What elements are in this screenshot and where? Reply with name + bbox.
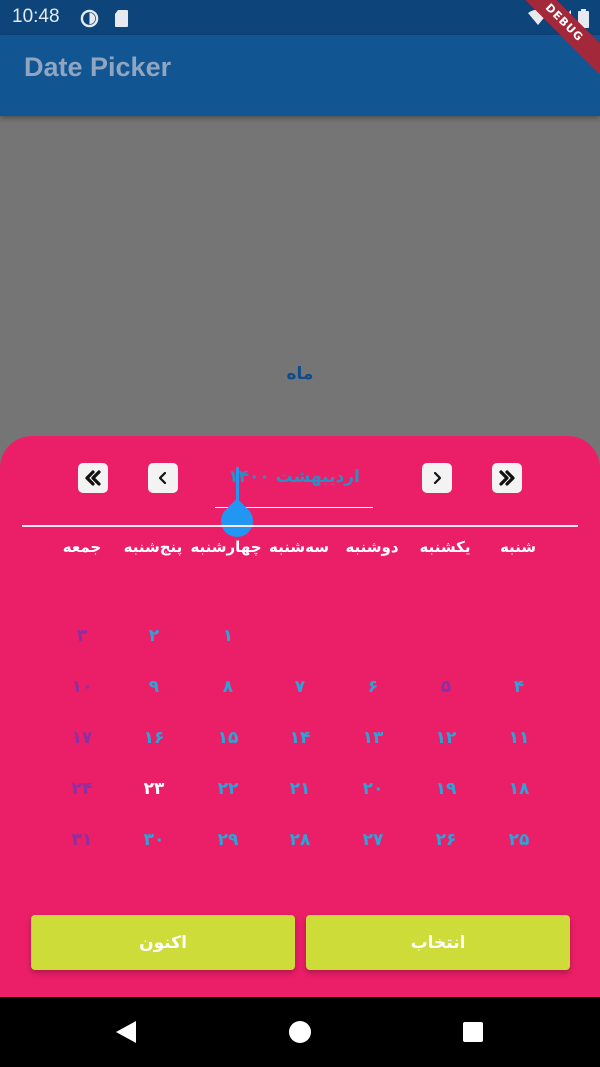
day-cell[interactable]: ۳ bbox=[57, 626, 107, 646]
day-cell[interactable]: ۱۳ bbox=[348, 728, 398, 748]
day-cell[interactable]: ۱۸ bbox=[494, 779, 544, 799]
weekday-wednesday: چهارشنبه bbox=[190, 538, 262, 556]
select-button[interactable]: انتخاب bbox=[306, 915, 570, 970]
data-saver-icon bbox=[80, 9, 99, 28]
home-icon[interactable] bbox=[288, 1020, 312, 1044]
day-cell[interactable]: ۲۸ bbox=[275, 830, 325, 850]
day-cell[interactable]: ۵ bbox=[421, 677, 471, 697]
header-divider bbox=[22, 525, 578, 527]
double-chevron-right-icon bbox=[499, 470, 515, 486]
day-cell[interactable]: ۲۵ bbox=[494, 830, 544, 850]
month-label: ماه bbox=[286, 364, 314, 384]
day-cell[interactable]: ۱۶ bbox=[129, 728, 179, 748]
weekday-monday: دوشنبه bbox=[345, 538, 399, 556]
weekday-sunday: یکشنبه bbox=[419, 538, 471, 556]
chevron-left-icon bbox=[158, 471, 167, 485]
prev-month-button[interactable] bbox=[148, 463, 178, 493]
day-cell[interactable]: ۸ bbox=[203, 677, 253, 697]
next-month-button[interactable] bbox=[422, 463, 452, 493]
day-cell[interactable]: ۳۰ bbox=[129, 830, 179, 850]
day-cell[interactable]: ۱۵ bbox=[203, 728, 253, 748]
date-picker-sheet: اردیبهشت ۱۴۰۰ شنبه یکشنبه دوشنبه سه‌شنبه… bbox=[0, 436, 600, 997]
weekday-friday: جمعه bbox=[62, 538, 102, 556]
status-time: 10:48 bbox=[12, 6, 60, 27]
day-cell[interactable]: ۱۴ bbox=[275, 728, 325, 748]
day-cell[interactable]: ۷ bbox=[275, 677, 325, 697]
weekday-saturday: شنبه bbox=[499, 538, 537, 556]
day-cell[interactable]: ۲۷ bbox=[348, 830, 398, 850]
day-cell[interactable]: ۱ bbox=[203, 626, 253, 646]
day-cell[interactable]: ۲۲ bbox=[203, 779, 253, 799]
day-cell[interactable]: ۲ bbox=[129, 626, 179, 646]
recents-icon[interactable] bbox=[462, 1021, 484, 1043]
day-cell[interactable]: ۴ bbox=[494, 677, 544, 697]
day-cell[interactable]: ۱۱ bbox=[494, 728, 544, 748]
day-cell[interactable]: ۲۹ bbox=[203, 830, 253, 850]
day-cell[interactable]: ۱۹ bbox=[421, 779, 471, 799]
day-cell[interactable]: ۱۲ bbox=[421, 728, 471, 748]
day-cell[interactable]: ۱۷ bbox=[57, 728, 107, 748]
day-cell[interactable]: ۲۶ bbox=[421, 830, 471, 850]
weekday-thursday: پنج‌شنبه bbox=[123, 538, 183, 556]
day-cell[interactable]: ۹ bbox=[129, 677, 179, 697]
app-title: Date Picker bbox=[24, 52, 172, 82]
day-cell[interactable]: ۲۱ bbox=[275, 779, 325, 799]
day-cell[interactable]: ۱۰ bbox=[57, 677, 107, 697]
next-year-button[interactable] bbox=[492, 463, 522, 493]
day-cell[interactable]: ۲۴ bbox=[57, 779, 107, 799]
day-cell[interactable]: ۶ bbox=[348, 677, 398, 697]
day-cell[interactable]: ۳۱ bbox=[57, 830, 107, 850]
prev-year-button[interactable] bbox=[78, 463, 108, 493]
system-nav-bar bbox=[0, 997, 600, 1067]
chevron-right-icon bbox=[433, 471, 442, 485]
day-cell-today[interactable]: ۲۳ bbox=[129, 779, 179, 799]
status-bar: 10:48 bbox=[0, 0, 600, 35]
app-bar: Date Picker bbox=[0, 35, 600, 116]
day-cell[interactable]: ۲۰ bbox=[348, 779, 398, 799]
double-chevron-left-icon bbox=[85, 470, 101, 486]
now-button[interactable]: اکنون bbox=[31, 915, 295, 970]
weekday-tuesday: سه‌شنبه bbox=[269, 538, 329, 556]
back-icon[interactable] bbox=[114, 1020, 138, 1044]
sd-card-icon bbox=[115, 10, 128, 27]
